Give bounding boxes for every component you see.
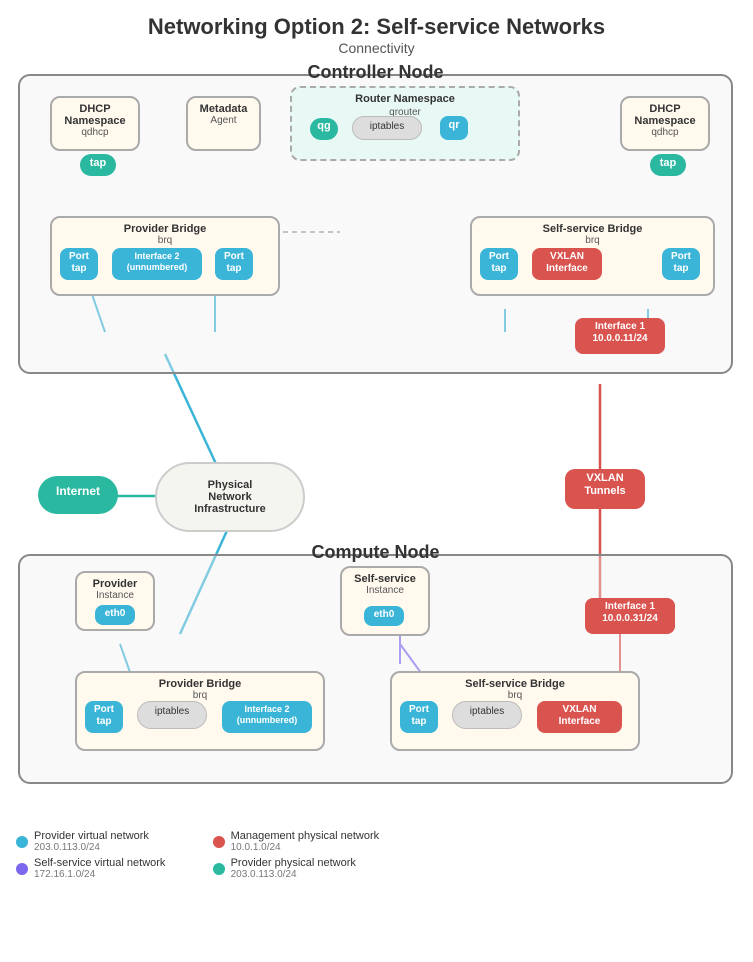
provider-ctrl-interface2[interactable]: Interface 2 (unnumbered) [112,248,202,280]
interface1-comp: Interface 110.0.0.31/24 [585,598,675,634]
iptables-router: iptables [352,116,422,140]
provider-ctrl-port-tap-right[interactable]: Port tap [215,248,253,280]
selfservice-bridge-comp: Self-service Bridge brq Port tap iptable… [390,671,640,751]
provider-comp-iptables: iptables [137,701,207,729]
selfservice-comp-iptables: iptables [452,701,522,729]
page-subtitle: Connectivity [0,40,753,56]
selfservice-comp-vxlan[interactable]: VXLAN Interface [537,701,622,733]
legend-provider-virtual: Provider virtual network 203.0.113.0/24 [16,830,183,853]
qr-btn[interactable]: qr [440,116,468,140]
selfservice-ctrl-port-tap-right[interactable]: Port tap [662,248,700,280]
provider-bridge-ctrl: Provider Bridge brq Port tap Interface 2… [50,216,280,296]
provider-instance-eth0: eth0 [95,605,135,625]
dhcp-right-tap-btn[interactable]: tap [650,154,686,176]
legend: Provider virtual network 203.0.113.0/24 … [16,830,379,880]
provider-comp-interface2[interactable]: Interface 2 (unnumbered) [222,701,312,733]
selfservice-ctrl-port-tap-left[interactable]: Port tap [480,248,518,280]
dhcp-ns-left: DHCP Namespace qdhcp [50,96,140,151]
physical-network: Physical Network Infrastructure [155,462,305,532]
selfservice-instance-eth0: eth0 [364,606,404,626]
provider-bridge-comp: Provider Bridge brq Port tap iptables In… [75,671,325,751]
legend-provider-physical: Provider physical network 203.0.113.0/24 [213,857,380,880]
controller-node: Controller Node DHCP Namespace qdhcp tap… [18,74,733,374]
selfservice-instance: Self-service Instance eth0 [340,566,430,636]
metadata-agent: Metadata Agent [186,96,261,151]
legend-management: Management physical network 10.0.1.0/24 [213,830,380,853]
page-title: Networking Option 2: Self-service Networ… [0,0,753,40]
provider-ctrl-port-tap-left[interactable]: Port tap [60,248,98,280]
interface1-ctrl: Interface 110.0.0.11/24 [575,318,665,354]
compute-node: Compute Node Provider Instance eth0 Self… [18,554,733,784]
router-ns: Router Namespace qrouter qg iptables qr [290,86,520,161]
internet-cloud: Internet [38,476,118,514]
dhcp-left-tap-btn[interactable]: tap [80,154,116,176]
selfservice-ctrl-vxlan-interface[interactable]: VXLAN Interface [532,248,602,280]
qg-btn[interactable]: qg [310,118,338,140]
selfservice-bridge-ctrl: Self-service Bridge brq Port tap VXLAN I… [470,216,715,296]
dhcp-ns-right: DHCP Namespace qdhcp [620,96,710,151]
controller-label: Controller Node [299,62,451,83]
provider-instance: Provider Instance eth0 [75,571,155,631]
compute-label: Compute Node [304,542,448,563]
legend-selfservice-virtual: Self-service virtual network 172.16.1.0/… [16,857,183,880]
vxlan-tunnels: VXLANTunnels [565,469,645,509]
provider-comp-port-tap[interactable]: Port tap [85,701,123,733]
selfservice-comp-port-tap[interactable]: Port tap [400,701,438,733]
